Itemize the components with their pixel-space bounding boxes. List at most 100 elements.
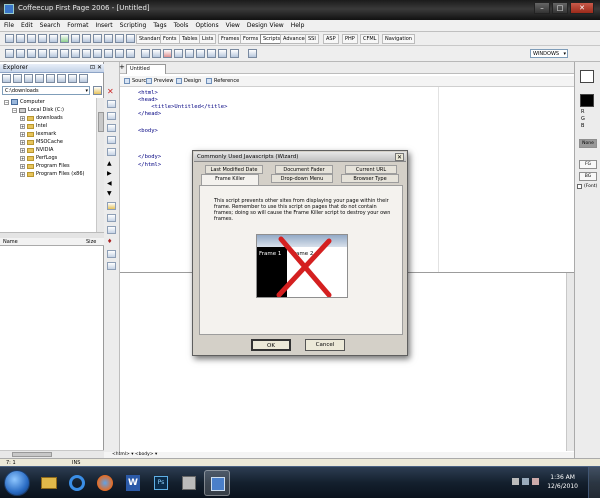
variable-icon[interactable] <box>207 49 216 58</box>
code-line[interactable]: <head> <box>138 97 158 103</box>
explorer-taskbar-icon[interactable] <box>36 470 62 496</box>
tree-item[interactable]: + MSOCache <box>20 139 63 145</box>
open-file-icon[interactable] <box>16 34 25 43</box>
up-folder-icon[interactable] <box>2 74 11 83</box>
underline-icon[interactable] <box>49 49 58 58</box>
ok-button[interactable]: OK <box>251 339 291 351</box>
save-all-icon[interactable] <box>38 34 47 43</box>
mode-design[interactable]: Design <box>176 78 201 84</box>
tag-tab-forms[interactable]: Forms <box>240 34 262 44</box>
color-swatch-black[interactable] <box>580 94 594 107</box>
tree-item[interactable]: + Program Files <box>20 163 70 169</box>
tag-tab-cfml[interactable]: CFML <box>360 34 380 44</box>
toggle-explorer-icon[interactable] <box>107 100 116 108</box>
event-icon[interactable] <box>230 49 239 58</box>
none-button[interactable]: None <box>579 139 597 148</box>
expand-icon[interactable]: + <box>20 155 25 161</box>
tag-tab-ssi[interactable]: SSI <box>305 34 319 44</box>
close-icon[interactable]: ✕ <box>97 64 102 72</box>
tag-tab-frames[interactable]: Frames <box>218 34 243 44</box>
mode-preview[interactable]: Preview <box>146 78 173 84</box>
find-icon[interactable] <box>115 34 124 43</box>
tag-tab-php[interactable]: PHP <box>342 34 358 44</box>
view-icon[interactable] <box>79 74 88 83</box>
preview-scrollbar[interactable] <box>566 273 574 451</box>
expand-icon[interactable]: + <box>20 123 25 129</box>
tab-browser-type[interactable]: Browser Type <box>341 174 399 183</box>
insert-script-icon[interactable] <box>248 49 257 58</box>
script-icon[interactable] <box>152 49 161 58</box>
tray-flag-icon[interactable] <box>532 478 539 485</box>
expand-icon[interactable]: + <box>20 139 25 145</box>
arrow-right-icon[interactable]: ▶ <box>107 170 116 178</box>
code-line[interactable]: </head> <box>138 111 161 117</box>
menu-tools[interactable]: Tools <box>174 22 189 29</box>
redo-icon[interactable] <box>16 49 25 58</box>
menu-search[interactable]: Search <box>40 22 61 29</box>
folder-icon[interactable] <box>24 74 33 83</box>
align-right-icon[interactable] <box>82 49 91 58</box>
maximize-button[interactable]: □ <box>552 2 568 14</box>
tree-item[interactable]: + downloads <box>20 115 63 121</box>
tag-tab-tables[interactable]: Tables <box>179 34 201 44</box>
refresh-icon[interactable] <box>13 74 22 83</box>
align-center-icon[interactable] <box>71 49 80 58</box>
new-tab-icon[interactable]: + <box>119 63 125 71</box>
hscroll-thumb[interactable] <box>12 452 52 457</box>
clock[interactable]: 1:36 AM 12/6/2010 <box>547 473 578 491</box>
copy-icon[interactable] <box>93 34 102 43</box>
italic-icon[interactable] <box>38 49 47 58</box>
app-taskbar-icon[interactable] <box>176 470 202 496</box>
expand-icon[interactable]: + <box>20 147 25 153</box>
tab-document-fader[interactable]: Document Fader <box>275 165 333 174</box>
tab-drop-down-menu[interactable]: Drop-down Menu <box>271 174 333 183</box>
expand-icon[interactable]: + <box>20 115 25 121</box>
menu-insert[interactable]: Insert <box>95 22 112 29</box>
outdent-icon[interactable] <box>107 124 116 132</box>
expand-icon[interactable]: + <box>20 163 25 169</box>
minimize-button[interactable]: – <box>534 2 550 14</box>
browse-folder-icon[interactable] <box>93 86 102 95</box>
arrow-left-icon[interactable]: ◀ <box>107 180 116 188</box>
bold-icon[interactable] <box>27 49 36 58</box>
expand-icon[interactable]: + <box>20 171 25 177</box>
menu-tags[interactable]: Tags <box>153 22 166 29</box>
menu-file[interactable]: File <box>4 22 14 29</box>
comment-icon[interactable] <box>107 136 116 144</box>
menu-scripting[interactable]: Scripting <box>120 22 147 29</box>
file-list-hscrollbar[interactable] <box>0 450 104 458</box>
code-line[interactable]: <title>Untitled</title> <box>138 104 227 110</box>
table-icon[interactable] <box>115 49 124 58</box>
function-icon[interactable] <box>174 49 183 58</box>
indent-icon[interactable] <box>107 112 116 120</box>
tab-last-modified-date[interactable]: Last Modified Date <box>205 165 263 174</box>
tray-network-icon[interactable] <box>512 478 519 485</box>
rename-icon[interactable] <box>57 74 66 83</box>
undo-icon[interactable] <box>5 49 14 58</box>
ftp-icon[interactable] <box>60 34 69 43</box>
code-line[interactable]: <body> <box>138 128 158 134</box>
grid-icon[interactable] <box>107 262 116 270</box>
photoshop-taskbar-icon[interactable]: Ps <box>148 470 174 496</box>
bg-button[interactable]: BG <box>579 172 597 181</box>
print-icon[interactable] <box>49 34 58 43</box>
tools-icon[interactable] <box>107 214 116 222</box>
fg-button[interactable]: FG <box>579 160 597 169</box>
font-checkbox[interactable] <box>577 184 582 189</box>
tree-item[interactable]: − Local Disk (C:) <box>12 107 64 113</box>
expand-icon[interactable]: − <box>4 99 9 105</box>
align-left-icon[interactable] <box>60 49 69 58</box>
properties-icon[interactable] <box>68 74 77 83</box>
stop-icon[interactable] <box>163 49 172 58</box>
replace-icon[interactable] <box>126 34 135 43</box>
show-desktop-button[interactable] <box>588 467 600 498</box>
image-map-icon[interactable] <box>107 250 116 258</box>
expand-icon[interactable]: + <box>20 131 25 137</box>
tab-current-url[interactable]: Current URL <box>345 165 397 174</box>
tree-item[interactable]: + PerfLogs <box>20 155 57 161</box>
tree-item[interactable]: + lexmark <box>20 131 56 137</box>
code-line[interactable]: <html> <box>138 90 158 96</box>
word-taskbar-icon[interactable]: W <box>120 470 146 496</box>
tree-item[interactable]: + NVIDIA <box>20 147 53 153</box>
menu-format[interactable]: Format <box>67 22 88 29</box>
